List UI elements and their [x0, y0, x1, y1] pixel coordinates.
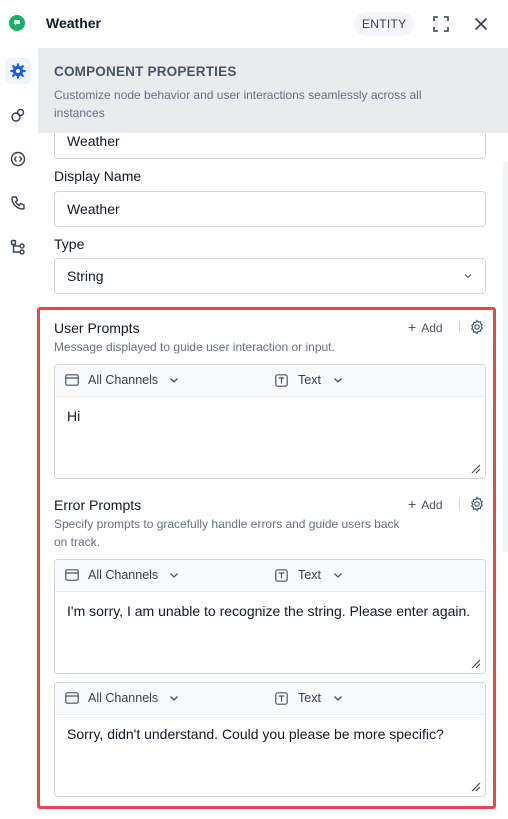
display-name-label: Display Name [54, 168, 142, 184]
page-title: Weather [46, 15, 101, 31]
code-icon [10, 151, 26, 167]
expand-icon [433, 16, 449, 32]
sidebar-item-connections[interactable] [5, 102, 31, 128]
entity-badge: ENTITY [354, 12, 415, 36]
type-label: Type [54, 236, 85, 252]
component-properties-banner: COMPONENT PROPERTIES Customize node beha… [38, 48, 508, 133]
close-icon [474, 17, 488, 31]
close-button[interactable] [469, 12, 493, 36]
sidebar-item-settings[interactable] [5, 58, 31, 84]
sidebar-item-flow[interactable] [5, 234, 31, 260]
highlight-box [37, 307, 496, 809]
name-input[interactable]: Weather [54, 133, 486, 159]
display-name-input[interactable]: Weather [54, 191, 486, 227]
gear-icon [10, 63, 26, 79]
phone-icon [11, 196, 25, 210]
side-nav [0, 48, 38, 819]
flow-icon [10, 239, 25, 255]
banner-description: Customize node behavior and user interac… [54, 88, 422, 120]
chat-logo-icon [9, 15, 25, 31]
panel-header: Weather ENTITY [0, 0, 508, 48]
type-select-value: String [67, 268, 104, 284]
expand-button[interactable] [429, 12, 453, 36]
link-icon [11, 108, 25, 122]
type-select[interactable]: String [54, 258, 486, 294]
sidebar-item-voice[interactable] [5, 190, 31, 216]
sidebar-item-code[interactable] [5, 146, 31, 172]
banner-title: COMPONENT PROPERTIES [54, 64, 237, 79]
chevron-down-icon [464, 274, 472, 279]
